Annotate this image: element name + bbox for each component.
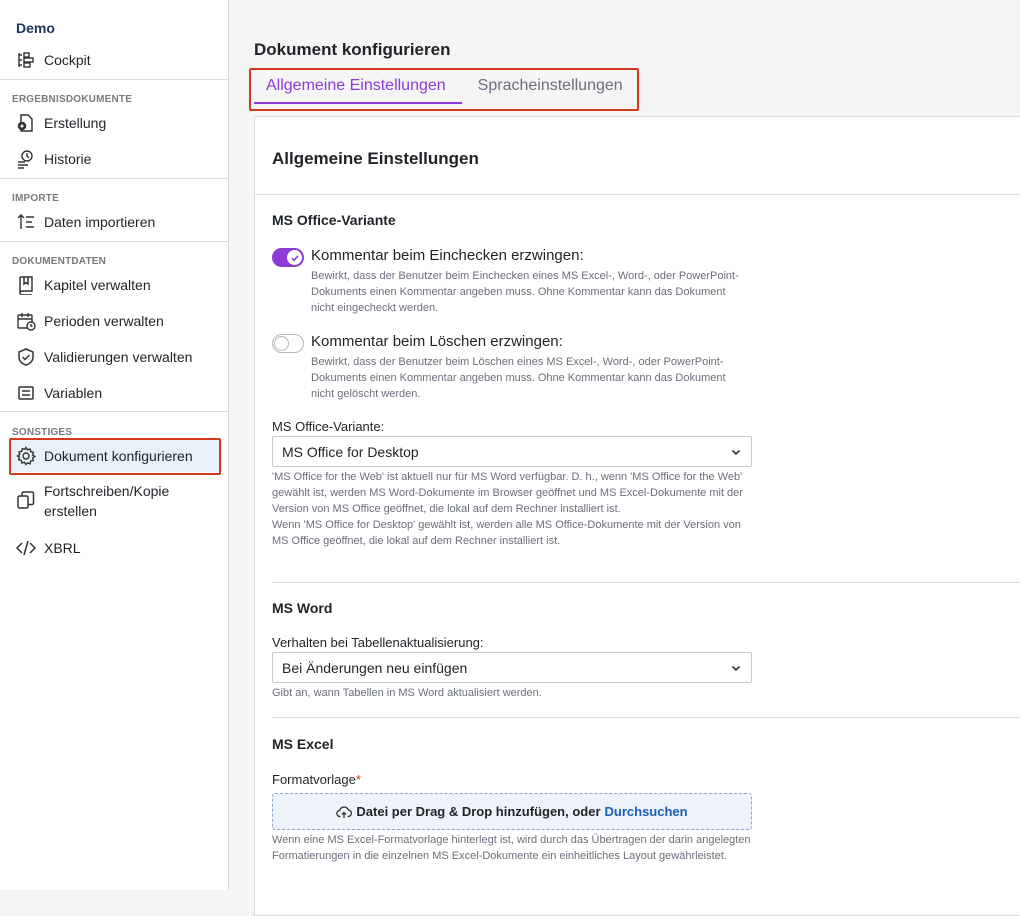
book-icon (15, 274, 37, 296)
divider (0, 79, 229, 80)
section-header-dokumentdaten: DOKUMENTDATEN (12, 256, 107, 267)
table-update-select[interactable]: Bei Änderungen neu einfügen (272, 652, 752, 683)
checkin-comment-toggle[interactable] (272, 248, 304, 267)
sidebar-item-label: Validierungen verwalten (44, 349, 193, 365)
sidebar-item-validierungen[interactable]: Validierungen verwalten (10, 341, 222, 373)
chevron-down-icon (731, 665, 741, 672)
select-value: MS Office for Desktop (282, 444, 419, 460)
label-text: Formatvorlage (272, 772, 356, 787)
document-create-icon (15, 112, 37, 134)
divider (272, 717, 1020, 718)
help-paragraph-2: Wenn 'MS Office for Desktop' gewählt ist… (272, 519, 741, 547)
toggle-description: Bewirkt, dass der Benutzer beim Löschen … (311, 356, 726, 400)
card-title: Allgemeine Einstellungen (272, 149, 479, 168)
sidebar-item-fortschreiben[interactable]: Fortschreiben/Kopie erstellen (10, 481, 222, 525)
format-template-label: Formatvorlage* (272, 772, 361, 787)
office-variant-select[interactable]: MS Office for Desktop (272, 436, 752, 467)
cockpit-icon (15, 49, 37, 71)
app-name: Demo (16, 20, 55, 36)
toggle-label: Kommentar beim Einchecken erzwingen: (311, 247, 584, 264)
table-update-help: Gibt an, wann Tabellen in MS Word aktual… (272, 687, 542, 699)
dropzone-text: Datei per Drag & Drop hinzufügen, oder (356, 804, 601, 819)
sidebar-item-label: Historie (44, 151, 92, 167)
divider (255, 194, 1020, 195)
help-paragraph-1: 'MS Office for the Web' ist aktuell nur … (272, 471, 743, 515)
sidebar-item-label: Perioden verwalten (44, 313, 164, 329)
divider (272, 582, 1020, 583)
upload-cloud-icon (336, 805, 353, 818)
code-icon (15, 537, 37, 559)
table-update-label: Verhalten bei Tabellenaktualisierung: (272, 635, 484, 650)
select-value: Bei Änderungen neu einfügen (282, 660, 468, 676)
office-variant-help: 'MS Office for the Web' ist aktuell nur … (272, 469, 752, 549)
section-header-ergebnisdokumente: ERGEBNISDOKUMENTE (12, 94, 133, 105)
sidebar-item-daten-importieren[interactable]: Daten importieren (10, 206, 222, 238)
sidebar-item-kapitel[interactable]: Kapitel verwalten (10, 269, 222, 301)
highlight-box (249, 68, 639, 111)
divider (0, 411, 229, 412)
sidebar-item-label: XBRL (44, 540, 81, 556)
calendar-clock-icon (15, 310, 37, 332)
section-title-ms-word: MS Word (272, 600, 333, 616)
divider (0, 241, 229, 242)
sidebar-item-perioden[interactable]: Perioden verwalten (10, 305, 222, 337)
section-title-ms-excel: MS Excel (272, 736, 334, 752)
browse-link[interactable]: Durchsuchen (605, 804, 688, 819)
section-header-importe: IMPORTE (12, 193, 59, 204)
check-icon (290, 254, 299, 261)
sidebar-item-xbrl[interactable]: XBRL (10, 532, 222, 564)
divider (0, 178, 229, 179)
office-variant-label: MS Office-Variante: (272, 419, 385, 434)
sidebar-item-label: Erstellung (44, 115, 107, 131)
shield-check-icon (15, 346, 37, 368)
copy-icon (15, 489, 37, 511)
sidebar-item-label: Variablen (44, 385, 103, 401)
label-line-1: Fortschreiben/Kopie (44, 483, 170, 499)
section-title-ms-office: MS Office-Variante (272, 212, 396, 228)
sidebar-item-label: Cockpit (44, 52, 91, 68)
list-box-icon (15, 382, 37, 404)
section-header-sonstiges: SONSTIGES (12, 427, 73, 438)
sidebar-item-cockpit[interactable]: Cockpit (10, 44, 222, 76)
import-sort-icon (15, 211, 37, 233)
file-dropzone[interactable]: Datei per Drag & Drop hinzufügen, oder D… (272, 793, 752, 830)
sidebar: Demo Cockpit ERGEBNISDOKUMENTE Erstellun… (0, 0, 229, 890)
sidebar-item-erstellung[interactable]: Erstellung (10, 107, 222, 139)
toggle-knob (274, 336, 289, 351)
sidebar-item-variablen[interactable]: Variablen (10, 377, 222, 409)
highlight-box (9, 438, 221, 475)
page-title: Dokument konfigurieren (254, 40, 451, 59)
history-icon (15, 148, 37, 170)
sidebar-item-historie[interactable]: Historie (10, 143, 222, 175)
toggle-description: Bewirkt, dass der Benutzer beim Eincheck… (311, 270, 739, 314)
toggle-label: Kommentar beim Löschen erzwingen: (311, 333, 563, 350)
sidebar-item-label: Kapitel verwalten (44, 277, 151, 293)
sidebar-item-label: Fortschreiben/Kopie erstellen (44, 481, 169, 521)
label-line-2: erstellen (44, 503, 97, 519)
required-marker: * (355, 772, 361, 787)
toggle-knob (287, 250, 302, 265)
delete-comment-toggle[interactable] (272, 334, 304, 353)
settings-card: Allgemeine Einstellungen MS Office-Varia… (254, 116, 1020, 916)
format-template-help: Wenn eine MS Excel-Formatvorlage hinterl… (272, 834, 751, 862)
chevron-down-icon (731, 449, 741, 456)
sidebar-item-label: Daten importieren (44, 214, 156, 230)
